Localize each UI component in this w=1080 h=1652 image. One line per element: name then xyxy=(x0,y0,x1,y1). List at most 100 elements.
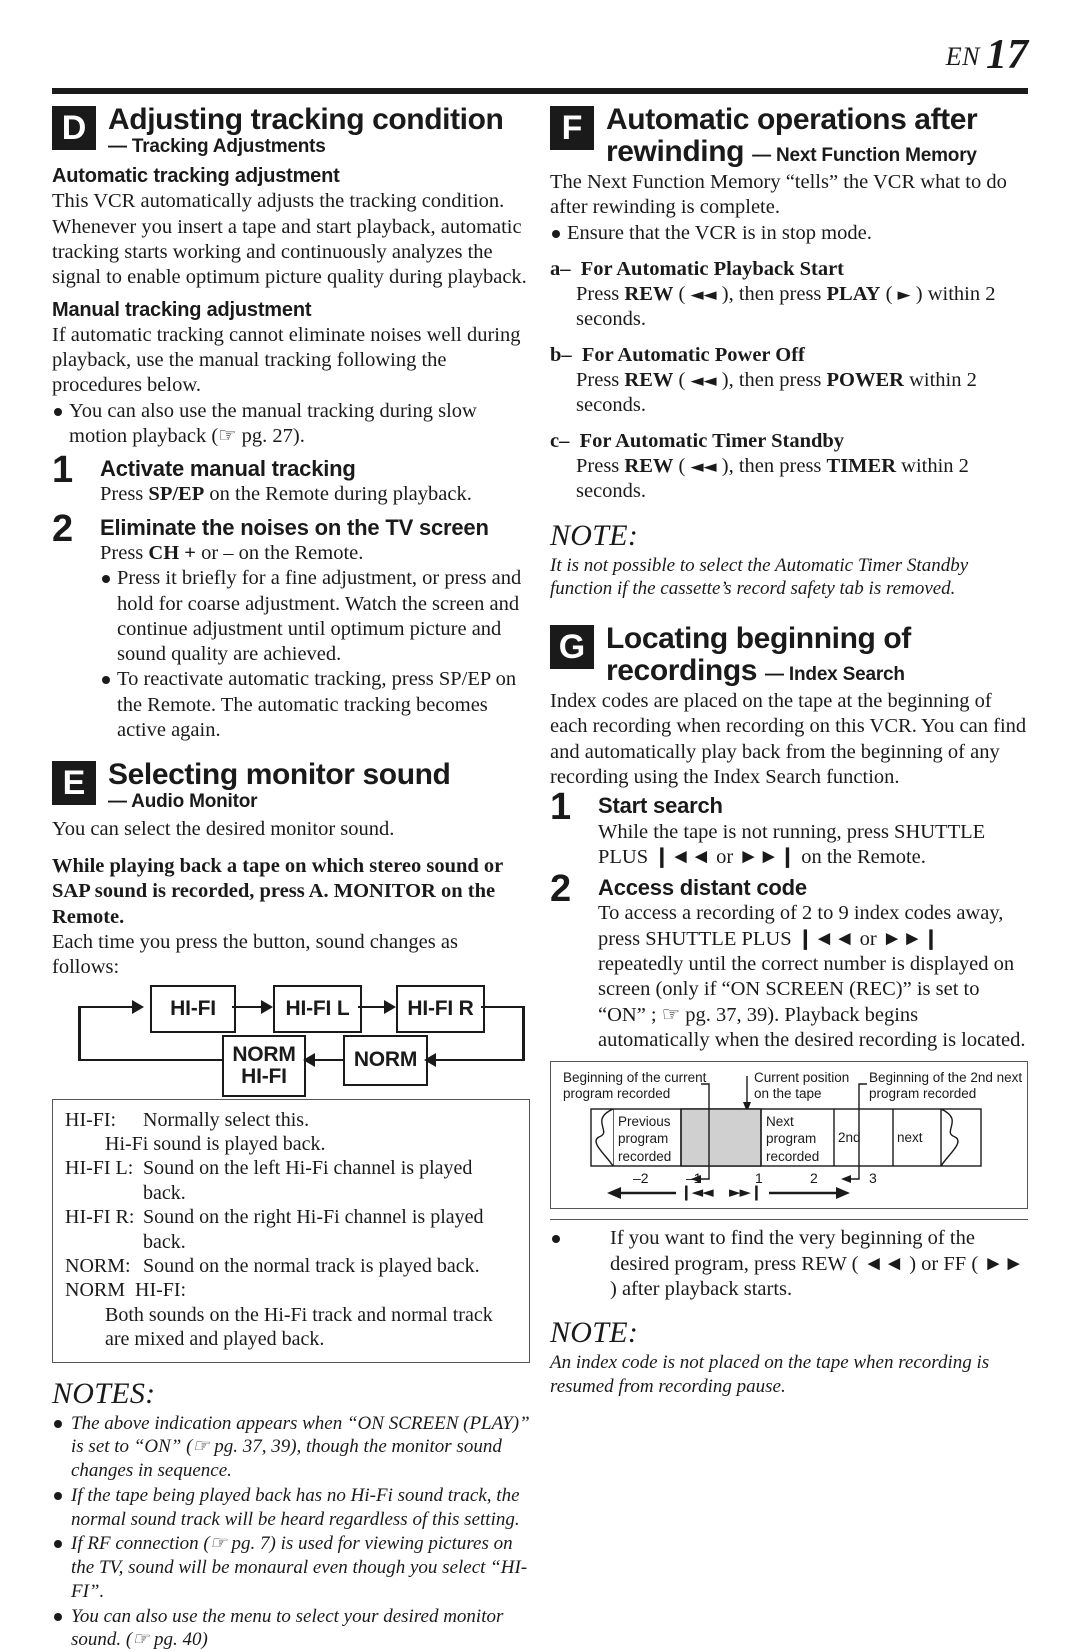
step1-text-post: on the Remote during playback. xyxy=(204,483,472,506)
section-g-badge: G xyxy=(550,625,594,670)
item-key-rew: REW xyxy=(624,282,674,305)
flow-arrow-left-icon xyxy=(303,1052,315,1067)
flow-box-hifi-l: HI-FI L xyxy=(273,984,362,1033)
step-heading: Start search xyxy=(598,793,723,819)
section-d-subtitle: — Tracking Adjustments xyxy=(108,135,326,157)
legend-key: HI-FI R: xyxy=(65,1206,135,1229)
step2-bullet-1: Press it briefly for a fine adjustment, … xyxy=(100,566,530,667)
section-g-title-line1: Locating beginning of xyxy=(606,622,911,656)
note-text-f: It is not possible to select the Automat… xyxy=(550,554,969,600)
audio-monitor-follow: Each time you press the button, sound ch… xyxy=(52,931,458,979)
audio-monitor-legend: HI-FI: Normally select this. Hi-Fi sound … xyxy=(52,1098,530,1363)
section-f-badge: F xyxy=(550,106,594,150)
flow-box-norm-hifi: NORM HI-FI xyxy=(222,1034,306,1097)
flow-arrow-right-icon xyxy=(261,999,273,1014)
nfm-bullet: Ensure that the VCR is in stop mode. xyxy=(550,221,1028,246)
flow-connector xyxy=(78,1005,81,1061)
item-body-pre: Press xyxy=(576,454,625,477)
audio-monitor-instruction: While playing back a tape on which stere… xyxy=(52,855,503,928)
diagram-segment-2nd: 2nd xyxy=(838,1130,861,1146)
rewind-icon: ◄◄ xyxy=(690,370,717,391)
flow-connector xyxy=(232,1005,263,1009)
section-g-title-line2-row: recordings — Index Search xyxy=(606,655,1028,687)
step2-text-pre: Press xyxy=(100,541,149,564)
step-number: 1 xyxy=(52,449,74,492)
legend-value: Sound on the left Hi-Fi channel is playe… xyxy=(143,1157,473,1204)
flow-connector xyxy=(522,1005,525,1061)
step-number: 2 xyxy=(550,868,572,911)
item-body-pre: Press xyxy=(576,368,625,391)
section-f: F Automatic operations after rewinding —… xyxy=(550,104,1028,167)
section-g: G Locating beginning of recordings — Ind… xyxy=(550,623,1028,686)
rewind-icon: ◄◄ xyxy=(690,284,717,305)
section-f-subtitle: — Next Function Memory xyxy=(752,144,977,166)
diagram-segment-previous: Previous program recorded xyxy=(618,1114,672,1164)
step1-key: SP/EP xyxy=(148,483,205,506)
index-search-diagram: Beginning of the current program recorde… xyxy=(550,1061,1028,1210)
right-column: F Automatic operations after rewinding —… xyxy=(550,104,1028,1399)
flow-box-hifi: HI-FI xyxy=(150,984,236,1033)
legend-key: HI-FI: xyxy=(65,1108,117,1131)
item-label: a– xyxy=(550,257,571,280)
section-e-subtitle: — Audio Monitor xyxy=(108,790,258,812)
item-mid: , then press xyxy=(728,368,827,391)
note-item: You can also use the menu to select your… xyxy=(52,1605,530,1652)
flow-arrow-left-icon xyxy=(424,1052,436,1067)
step-activate-manual-tracking: 1 Activate manual tracking Press SP/EP o… xyxy=(52,451,530,508)
section-d-badge: D xyxy=(52,106,96,150)
header-rule xyxy=(52,88,1028,94)
section-d-title: Adjusting tracking condition xyxy=(108,103,504,136)
item-key-power: POWER xyxy=(826,368,904,391)
step-body: To access a recording of 2 to 9 index co… xyxy=(598,902,1026,1051)
note-item: If RF connection (☞ pg. 7) is used for v… xyxy=(52,1532,530,1603)
section-e-badge: E xyxy=(52,761,96,806)
item-body-pre: Press xyxy=(576,282,625,305)
diagram-segment-next2: next xyxy=(897,1130,923,1146)
nfm-item-a: a– For Automatic Playback Start Press RE… xyxy=(550,257,996,330)
play-icon: ► xyxy=(897,284,911,305)
diagram-tick--2: –2 xyxy=(633,1170,649,1187)
step-heading: Access distant code xyxy=(598,875,807,901)
flow-connector xyxy=(314,1058,344,1062)
legend-key: NORM HI-FI: xyxy=(65,1279,187,1302)
item-mid: , then press xyxy=(728,282,827,305)
note-item: The above indication appears when “ON SC… xyxy=(52,1412,530,1483)
left-column: D Adjusting tracking condition — Trackin… xyxy=(52,104,530,1652)
step-number: 2 xyxy=(52,507,74,550)
diagram-skip-back-icon: ❙◄◄ xyxy=(680,1183,714,1202)
legend-value: Normally select this. xyxy=(143,1108,310,1131)
legend-key: NORM: xyxy=(65,1255,131,1277)
item-label: b– xyxy=(550,344,572,367)
flow-arrow-right-icon xyxy=(132,999,144,1014)
item-heading: For Automatic Timer Standby xyxy=(579,430,845,453)
section-f-title-line2-row: rewinding — Next Function Memory xyxy=(606,135,1028,168)
step2-text-post: or – on the Remote. xyxy=(195,541,364,564)
page-number: 17 xyxy=(986,32,1028,78)
diagram-label-2nd-next: Beginning of the 2nd next program record… xyxy=(869,1070,1023,1102)
item-heading: For Automatic Playback Start xyxy=(580,257,844,280)
nfm-item-c: c– For Automatic Timer Standby Press REW… xyxy=(550,430,969,503)
item-label: c– xyxy=(550,430,570,453)
section-g-divider xyxy=(550,1219,1028,1221)
flow-connector xyxy=(434,1058,524,1062)
legend-value: Sound on the normal track is played back… xyxy=(143,1255,480,1277)
diagram-tick-3: 3 xyxy=(869,1170,877,1187)
page-lang-label: EN xyxy=(945,41,980,71)
legend-value-cont: Both sounds on the Hi-Fi track and norma… xyxy=(105,1303,493,1351)
manual-tracking-text: If automatic tracking cannot eliminate n… xyxy=(52,323,521,397)
legend-value: Sound on the right Hi-Fi channel is play… xyxy=(143,1206,484,1253)
flow-connector xyxy=(481,1005,525,1009)
item-heading: For Automatic Power Off xyxy=(581,344,805,367)
manual-tracking-bullet: You can also use the manual tracking dur… xyxy=(52,399,530,450)
note-item: If the tape being played back has no Hi-… xyxy=(52,1484,530,1532)
note-text-g: An index code is not placed on the tape … xyxy=(550,1352,990,1397)
flow-arrow-right-icon xyxy=(384,999,396,1014)
diagram-skip-fwd-icon: ►►❙ xyxy=(729,1183,763,1202)
audio-monitor-flow-diagram: HI-FI HI-FI L HI-FI R NORM NORM HI-FI xyxy=(52,984,530,1097)
auto-tracking-heading: Automatic tracking adjustment xyxy=(52,165,340,188)
step-eliminate-noises: 2 Eliminate the noises on the TV screen … xyxy=(52,510,530,744)
nfm-item-b: b– For Automatic Power Off Press REW ( ◄… xyxy=(550,344,977,417)
item-key-rew: REW xyxy=(624,368,674,391)
section-g-title-line2: recordings xyxy=(606,653,758,687)
manual-tracking-heading: Manual tracking adjustment xyxy=(52,298,312,321)
